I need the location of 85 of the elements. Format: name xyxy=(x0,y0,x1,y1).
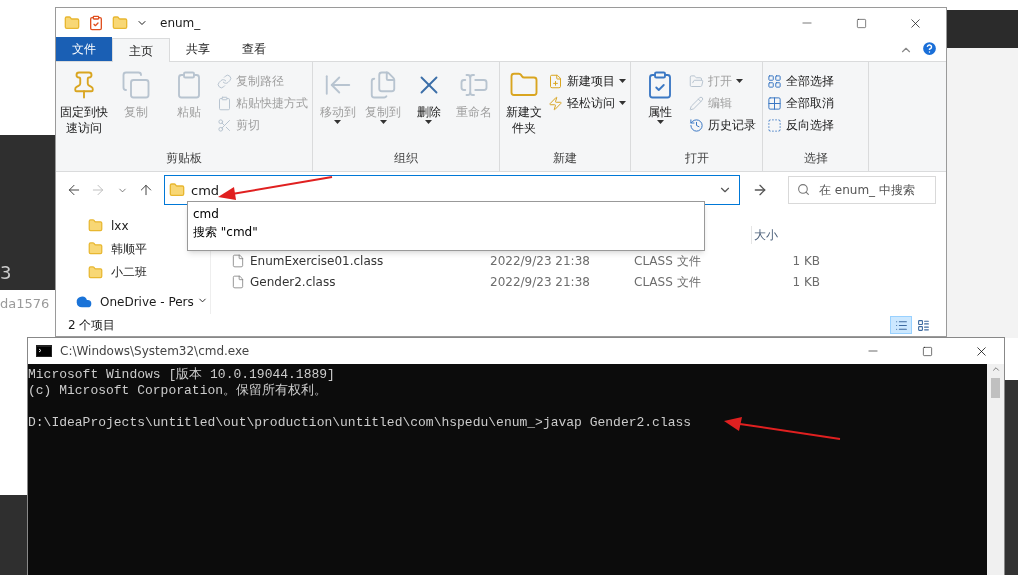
ribbon-icon xyxy=(217,73,232,89)
nav-pane-item[interactable]: 小二班 xyxy=(88,260,147,284)
console-line: Microsoft Windows [版本 10.0.19044.1889] xyxy=(28,367,336,383)
file-size: 1 KB xyxy=(791,252,820,270)
background-text: 3 xyxy=(0,264,12,282)
scrollbar[interactable] xyxy=(987,364,1004,575)
file-name: Gender2.class xyxy=(250,273,337,291)
ribbon-icon xyxy=(217,95,232,111)
ribbon-icon xyxy=(548,95,563,111)
background-text: da1576 xyxy=(0,295,50,313)
window-title: enum_ xyxy=(160,15,201,32)
nav-pane-item[interactable]: lxx xyxy=(88,214,129,238)
folder-icon xyxy=(169,182,185,198)
help-icon[interactable] xyxy=(921,40,938,57)
file-size: 1 KB xyxy=(791,273,820,291)
caret-icon xyxy=(656,120,664,124)
file-name: EnumExercise01.class xyxy=(250,252,385,270)
console-command: D:\IdeaProjects\untitled\out\production\untitled\com\hspedu\enum_>javap Gender2.class xyxy=(28,415,692,431)
arrow-left-icon xyxy=(66,182,82,198)
console-line: (c) Microsoft Corporation。保留所有权利。 xyxy=(28,383,329,399)
maximize-icon xyxy=(855,17,867,29)
caret-icon xyxy=(619,79,626,83)
caret-icon xyxy=(334,120,342,124)
ribbon-icon xyxy=(689,73,704,89)
window-title: C:\Windows\System32\cmd.exe xyxy=(60,343,250,360)
ribbon-tab[interactable]: 文件 xyxy=(56,37,112,61)
ribbon-button[interactable]: 固定到快速访问 xyxy=(60,66,109,149)
ribbon-icon xyxy=(689,95,704,111)
file-date: 2022/9/23 21:38 xyxy=(490,252,591,270)
scrollbar-thumb[interactable] xyxy=(991,378,1000,398)
ribbon-button[interactable]: 轻松访问 xyxy=(548,92,626,114)
search-icon xyxy=(797,183,810,196)
ribbon-button[interactable]: 新建项目 xyxy=(548,70,626,92)
folder-icon xyxy=(88,264,103,280)
folder-icon xyxy=(112,15,128,31)
file-icon xyxy=(231,253,245,268)
ribbon-button[interactable]: 历史记录 xyxy=(689,114,756,136)
folder-icon xyxy=(64,15,80,31)
ribbon-button[interactable]: 反向选择 xyxy=(767,114,834,136)
ribbon-icon xyxy=(217,117,232,133)
group-label: 组织 xyxy=(393,150,419,167)
ribbon-button[interactable]: 全部选择 xyxy=(767,70,834,92)
ribbon-icon xyxy=(121,70,152,100)
arrow-right-icon xyxy=(90,182,106,198)
group-label: 剪贴板 xyxy=(165,150,203,167)
ribbon-icon xyxy=(548,73,563,89)
group-label: 打开 xyxy=(683,150,710,167)
maximize-icon xyxy=(921,345,933,357)
ribbon-icon xyxy=(767,95,782,111)
caret-icon xyxy=(736,79,743,83)
ribbon-tab[interactable]: 主页 xyxy=(112,38,170,62)
list-icon xyxy=(894,318,908,332)
ribbon-button[interactable]: 新建文件夹 xyxy=(504,66,544,149)
ribbon-tab[interactable]: 共享 xyxy=(170,37,226,61)
ribbon-icon xyxy=(689,117,704,133)
nav-pane-item[interactable]: 韩顺平 xyxy=(88,237,147,261)
group-label: 选择 xyxy=(802,150,829,167)
file-date: 2022/9/23 21:38 xyxy=(490,273,591,291)
ribbon-tab[interactable]: 查看 xyxy=(226,37,282,61)
nav-pane-item[interactable]: OneDrive - Pers xyxy=(76,290,194,314)
suggestion-item[interactable]: 搜索 "cmd" xyxy=(188,223,704,241)
column-header[interactable]: 大小 xyxy=(751,226,831,244)
folder-icon xyxy=(88,241,103,257)
caret-icon xyxy=(379,120,387,124)
file-type: CLASS 文件 xyxy=(634,273,702,291)
scroll-up-icon[interactable] xyxy=(990,364,1001,374)
group-label: 新建 xyxy=(552,150,578,167)
properties-icon xyxy=(88,15,104,31)
details-view-button[interactable] xyxy=(890,316,912,334)
ribbon-icon xyxy=(767,117,782,133)
ribbon-button[interactable]: 属性 xyxy=(635,66,685,149)
file-type: CLASS 文件 xyxy=(634,252,702,270)
folder-icon xyxy=(88,218,103,234)
ribbon-icon xyxy=(767,73,782,89)
caret-icon xyxy=(619,101,626,105)
ribbon-button[interactable]: 删除 xyxy=(408,66,450,149)
console-icon xyxy=(36,345,52,357)
go-icon[interactable] xyxy=(752,182,768,198)
suggestion-item[interactable]: cmd xyxy=(188,205,704,223)
file-icon xyxy=(231,274,245,289)
tiles-icon xyxy=(916,318,930,332)
status-text: 2 个项目 xyxy=(68,317,116,334)
search-field[interactable]: 在 enum_ 中搜索 xyxy=(788,176,936,204)
ribbon-button[interactable]: 全部取消 xyxy=(767,92,834,114)
caret-icon xyxy=(425,120,433,124)
